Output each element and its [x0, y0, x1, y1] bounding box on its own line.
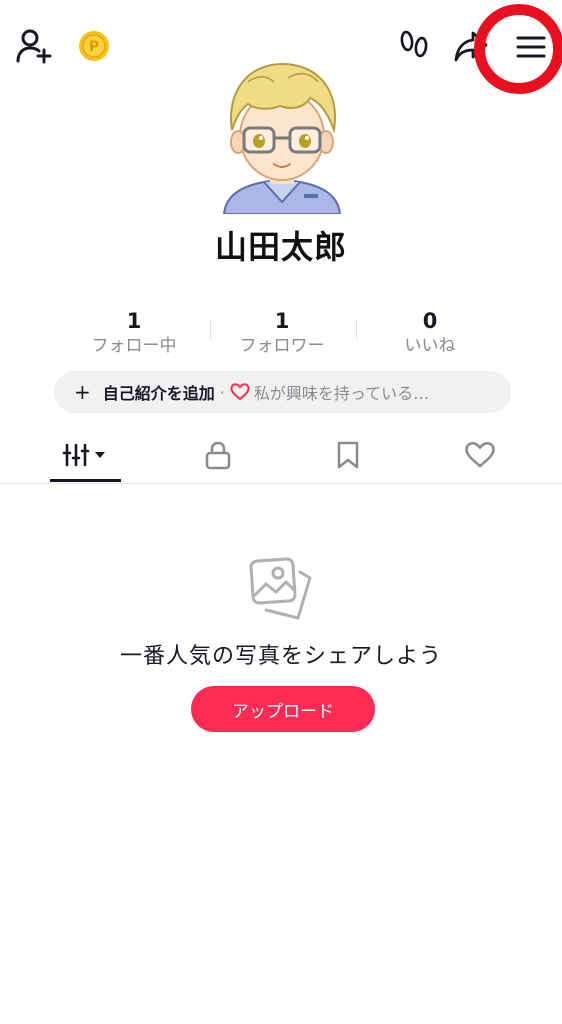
- stat-following[interactable]: 1 フォロー中: [60, 308, 208, 358]
- following-count: 1: [126, 309, 142, 333]
- share-icon[interactable]: [450, 26, 492, 66]
- photos-icon: [249, 557, 312, 620]
- bookmark-icon: [337, 441, 359, 469]
- active-tab-indicator: [50, 479, 121, 482]
- empty-message: 一番人気の写真をシェアしよう: [119, 644, 442, 669]
- plus-icon: +: [74, 380, 91, 404]
- separator: ·: [219, 382, 225, 402]
- interests-label: 私が興味を持っている…: [253, 384, 430, 403]
- profile-stats: 1 フォロー中 1 フォロワー 0 いいね: [60, 308, 502, 360]
- followers-label: フォロワー: [239, 336, 325, 356]
- avatar[interactable]: [208, 52, 356, 214]
- bio-add-pill[interactable]: + 自己紹介を追加 · 私が興味を持っている…: [54, 371, 511, 413]
- profile-tabs: [0, 430, 562, 484]
- add-bio-label: 自己紹介を追加: [102, 384, 215, 403]
- coin-letter: P: [89, 39, 99, 55]
- followers-count: 1: [274, 309, 290, 333]
- menu-icon[interactable]: [508, 24, 554, 70]
- username[interactable]: 山田太郎: [0, 222, 562, 268]
- lock-icon: [205, 441, 231, 470]
- likes-label: いいね: [404, 336, 456, 356]
- videos-grid-icon: [62, 443, 105, 467]
- following-label: フォロー中: [91, 336, 177, 356]
- tab-videos[interactable]: [50, 430, 121, 480]
- tab-liked[interactable]: [452, 430, 508, 480]
- add-friend-icon[interactable]: [12, 26, 56, 66]
- heart-icon: [465, 441, 495, 468]
- tab-saved[interactable]: [320, 430, 376, 480]
- coin-icon[interactable]: P: [76, 28, 112, 64]
- footprints-icon[interactable]: [394, 26, 434, 66]
- heart-icon: [230, 383, 250, 401]
- tab-private[interactable]: [190, 430, 246, 480]
- stat-likes[interactable]: 0 いいね: [356, 308, 504, 358]
- upload-button[interactable]: アップロード: [191, 686, 375, 732]
- likes-count: 0: [422, 309, 438, 333]
- stat-followers[interactable]: 1 フォロワー: [208, 308, 356, 358]
